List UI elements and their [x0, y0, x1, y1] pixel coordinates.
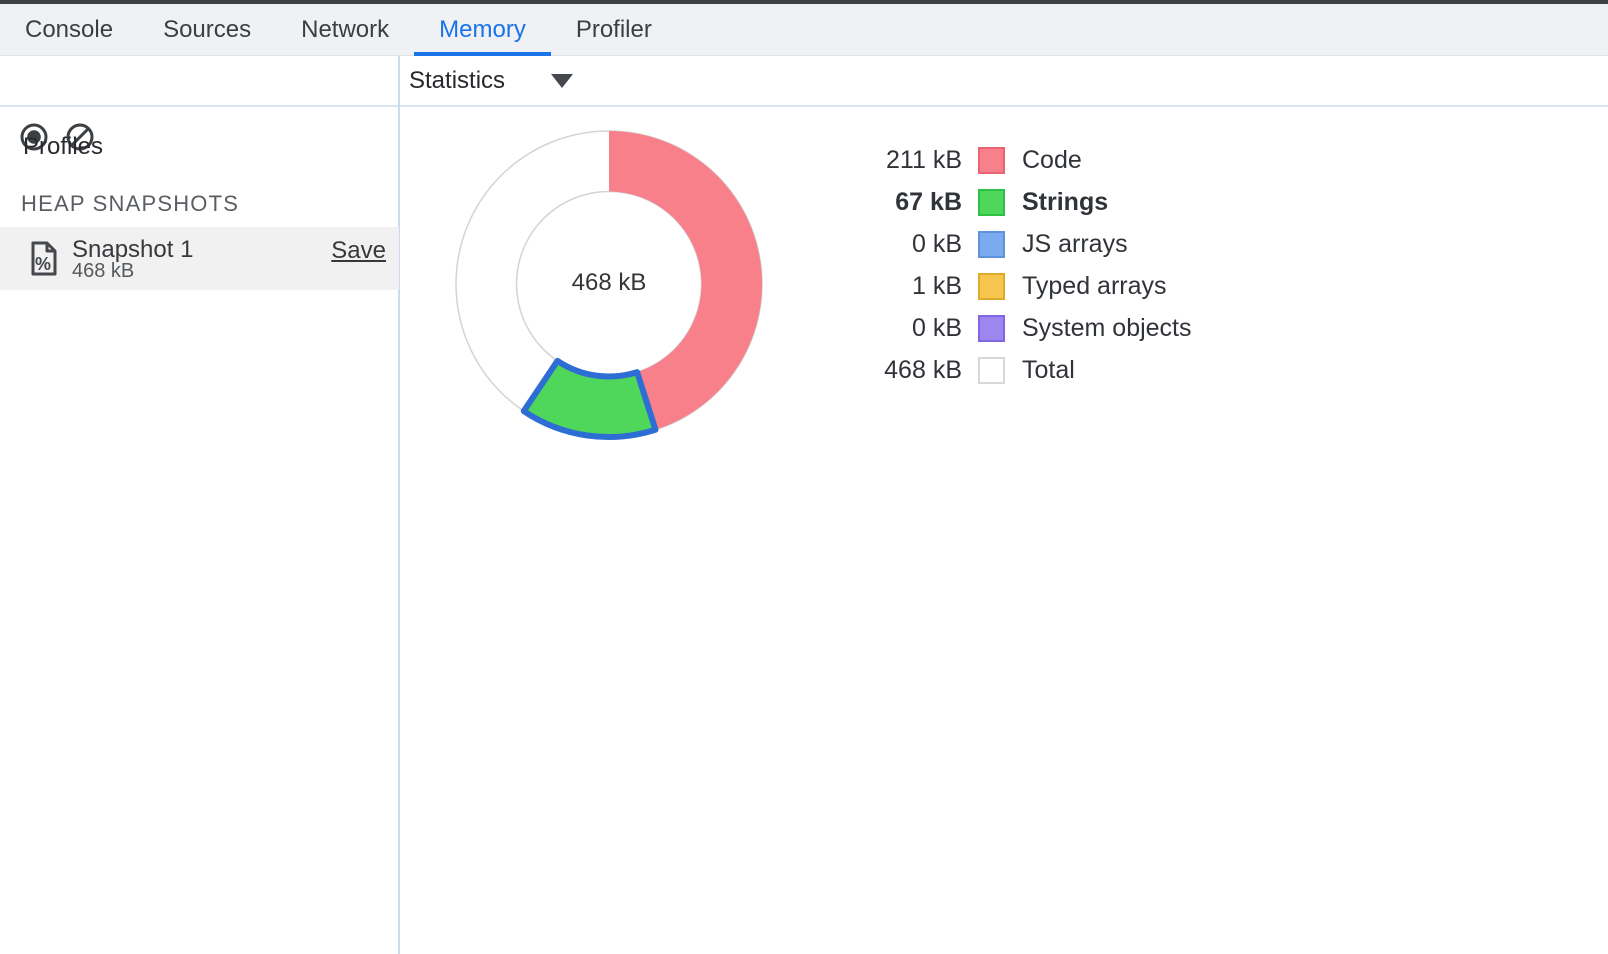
sidebar-item-snapshot-1[interactable]: % Snapshot 1 468 kB Save	[0, 227, 399, 290]
legend-value: 67 kB	[840, 188, 962, 217]
legend-swatch-icon	[978, 231, 1005, 258]
legend-value: 0 kB	[840, 230, 962, 259]
snapshot-size: 468 kB	[72, 260, 134, 283]
legend-value: 211 kB	[840, 146, 962, 175]
legend-row-total[interactable]: 468 kB Total	[840, 356, 1192, 384]
tab-console[interactable]: Console	[0, 4, 138, 55]
profiles-heading: Profiles	[23, 133, 103, 161]
chevron-down-icon	[551, 74, 573, 88]
devtools-memory-panel: Console Sources Network Memory Profiler …	[0, 0, 1608, 954]
heap-snapshots-section-heading: HEAP SNAPSHOTS	[21, 191, 239, 217]
devtools-tab-bar: Console Sources Network Memory Profiler	[0, 4, 1608, 56]
legend-label: System objects	[1022, 314, 1192, 343]
heap-statistics-legend: 211 kB Code 67 kB Strings 0 kB JS arrays…	[840, 146, 1192, 398]
legend-row-js-arrays[interactable]: 0 kB JS arrays	[840, 230, 1192, 258]
legend-row-system-objects[interactable]: 0 kB System objects	[840, 314, 1192, 342]
legend-value: 468 kB	[840, 356, 962, 385]
legend-row-typed-arrays[interactable]: 1 kB Typed arrays	[840, 272, 1192, 300]
donut-total-label: 468 kB	[529, 268, 689, 298]
save-snapshot-link[interactable]: Save	[331, 237, 386, 265]
legend-label: JS arrays	[1022, 230, 1128, 259]
heap-snapshot-file-icon: %	[30, 240, 58, 277]
profiles-toolbar	[0, 56, 399, 106]
donut-slice-strings[interactable]	[524, 361, 656, 437]
svg-text:%: %	[35, 254, 51, 274]
legend-label: Typed arrays	[1022, 272, 1167, 301]
perspective-dropdown-value: Statistics	[409, 67, 505, 95]
legend-row-code[interactable]: 211 kB Code	[840, 146, 1192, 174]
legend-label: Strings	[1022, 188, 1108, 217]
legend-row-strings[interactable]: 67 kB Strings	[840, 188, 1192, 216]
legend-swatch-icon	[978, 189, 1005, 216]
tab-memory-label: Memory	[439, 16, 526, 44]
tab-memory[interactable]: Memory	[414, 4, 551, 55]
legend-value: 1 kB	[840, 272, 962, 301]
tab-network[interactable]: Network	[276, 4, 414, 55]
legend-swatch-icon	[978, 315, 1005, 342]
tab-profiler[interactable]: Profiler	[551, 4, 677, 55]
legend-label: Code	[1022, 146, 1082, 175]
legend-swatch-icon	[978, 147, 1005, 174]
legend-value: 0 kB	[840, 314, 962, 343]
toolbar-divider	[0, 105, 1608, 107]
legend-swatch-icon	[978, 273, 1005, 300]
memory-view-toolbar: Statistics	[401, 56, 1608, 106]
perspective-dropdown[interactable]: Statistics	[409, 67, 573, 95]
sidebar-divider	[398, 56, 400, 954]
tab-sources[interactable]: Sources	[138, 4, 276, 55]
legend-swatch-icon	[978, 357, 1005, 384]
legend-label: Total	[1022, 356, 1075, 385]
